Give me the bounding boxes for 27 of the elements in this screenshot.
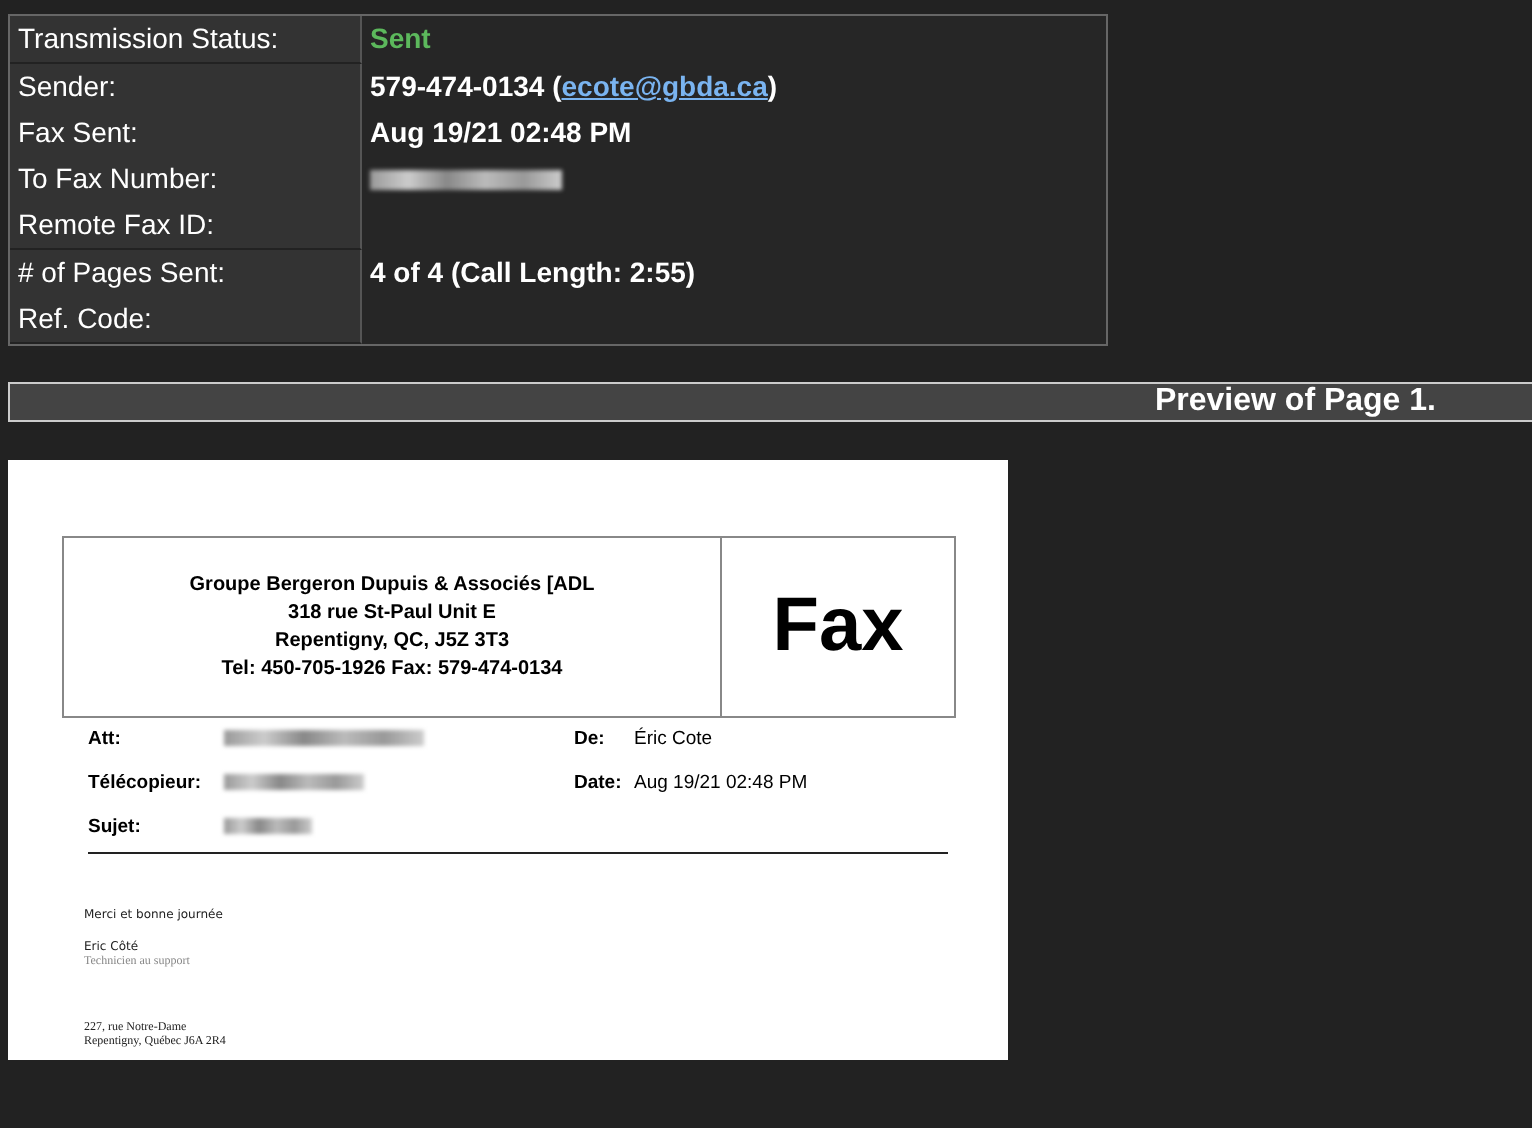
letterhead-line: Groupe Bergeron Dupuis & Associés [ADL: [189, 574, 595, 596]
letterhead-line: Repentigny, QC, J5Z 3T3: [274, 630, 510, 652]
letterhead-line: Tel: 450-705-1926 Fax: 579-474-0134: [221, 658, 563, 680]
field-label: Fax Sent:: [10, 110, 362, 156]
field-label: To Fax Number:: [10, 156, 362, 202]
fax-field-label: Télécopieur:: [88, 771, 203, 793]
preview-title-bar: Preview of Page 1.: [8, 382, 1532, 422]
field-label: Ref. Code:: [10, 296, 362, 344]
fax-field-value: Aug 19/21 02:48 PM: [634, 771, 808, 793]
fax-field-label: Date:: [574, 771, 624, 793]
field-value: 4 of 4 (Call Length: 2:55): [368, 254, 698, 292]
email-link[interactable]: ecote@gbda.ca: [561, 70, 768, 102]
fax-field-label: Att:: [88, 727, 123, 749]
field-label: # of Pages Sent:: [10, 250, 362, 296]
fax-title: Fax: [772, 584, 904, 670]
fax-field-label: De:: [574, 727, 607, 749]
field-label: Remote Fax ID:: [10, 202, 362, 250]
fax-field-label: Sujet:: [88, 815, 143, 837]
letterhead-line: 318 rue St-Paul Unit E: [288, 602, 496, 624]
fax-field-value: Éric Cote: [634, 727, 713, 749]
field-label: Transmission Status:: [10, 16, 362, 64]
redacted-value: [224, 818, 312, 834]
field-label: Sender:: [10, 64, 362, 110]
status-value: Sent: [368, 20, 433, 58]
field-value: Aug 19/21 02:48 PM: [368, 114, 634, 152]
redacted-value: [224, 774, 364, 790]
sender-value: 579-474-0134 (ecote@gbda.ca): [370, 70, 778, 102]
